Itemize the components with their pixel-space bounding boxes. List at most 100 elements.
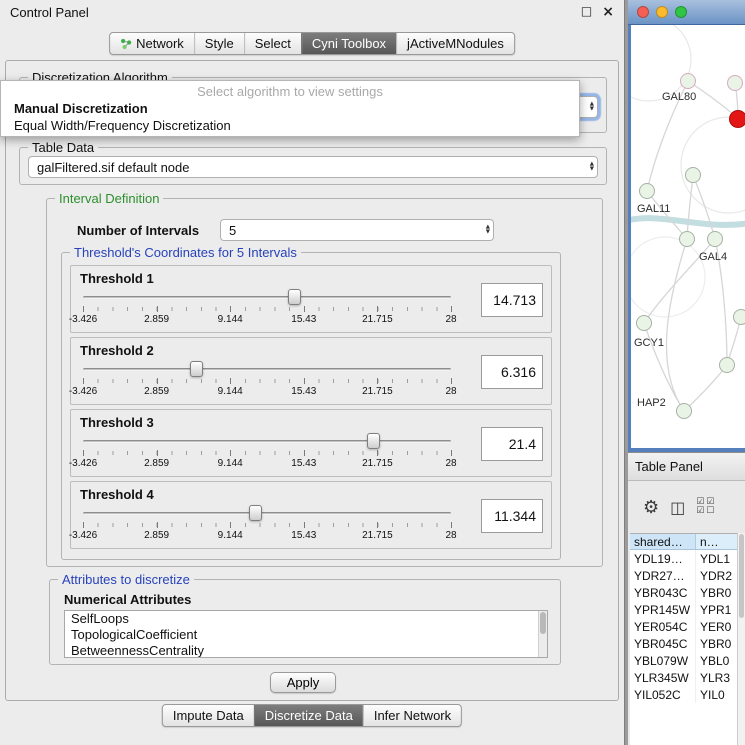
network-node[interactable] [727, 75, 743, 91]
threshold-slider[interactable]: -3.4262.8599.14415.4321.71528 [83, 360, 451, 402]
slider-tick-label: 15.43 [291, 530, 316, 541]
minimize-traffic-light-icon[interactable] [656, 6, 668, 18]
slider-tick-label: 28 [445, 530, 456, 541]
list-scrollbar-thumb[interactable] [540, 612, 546, 634]
slider-tick-label: -3.426 [69, 530, 97, 541]
column-header[interactable]: n… [696, 534, 737, 549]
row-selection-icons[interactable]: ☑☑☑☐ [696, 498, 716, 516]
tab-network[interactable]: Network [110, 33, 194, 54]
attribute-item[interactable]: TopologicalCoefficient [65, 627, 547, 643]
list-scrollbar[interactable] [538, 611, 547, 657]
attribute-item[interactable]: BetweennessCentrality [65, 643, 547, 658]
tab-infer-network[interactable]: Infer Network [363, 705, 461, 726]
threshold-value-field[interactable]: 11.344 [481, 499, 543, 533]
slider-major-tick [230, 306, 231, 312]
table-row[interactable]: YPR145WYPR1 [630, 601, 737, 618]
table-row[interactable]: YER054CYER0 [630, 618, 737, 635]
network-node[interactable] [719, 357, 735, 373]
tab-select[interactable]: Select [244, 33, 301, 54]
slider-tick-label: 2.859 [144, 458, 169, 469]
threshold-slider[interactable]: -3.4262.8599.14415.4321.71528 [83, 504, 451, 546]
tab-discretize-data[interactable]: Discretize Data [254, 705, 363, 726]
table-cell: YBR043C [630, 584, 696, 601]
attribute-item[interactable]: SelfLoops [65, 611, 547, 627]
slider-track[interactable] [83, 440, 451, 443]
table-data-combobox[interactable]: galFiltered.sif default node ▲▼ [28, 156, 598, 178]
table-scrollbar-thumb[interactable] [739, 534, 744, 618]
tab-label: jActiveMNodules [407, 36, 504, 51]
network-canvas[interactable]: GAL80GAL11GAL4GCY1HAP2 [631, 25, 745, 448]
checkbox-icon[interactable]: ☐ [706, 507, 716, 516]
slider-major-tick [83, 378, 84, 384]
slider-minor-ticks [83, 307, 451, 311]
window-titlebar: Control Panel □ × [0, 0, 624, 24]
slider-tick-label: 15.43 [291, 458, 316, 469]
slider-major-tick [157, 450, 158, 456]
slider-thumb[interactable] [190, 361, 203, 377]
algorithm-option[interactable]: Equal Width/Frequency Discretization [1, 117, 579, 134]
numerical-attributes-list[interactable]: SelfLoopsTopologicalCoefficientBetweenne… [64, 610, 548, 658]
tab-impute-data[interactable]: Impute Data [163, 705, 254, 726]
slider-thumb[interactable] [288, 289, 301, 305]
threshold-value-field[interactable]: 6.316 [481, 355, 543, 389]
threshold-value-field[interactable]: 21.4 [481, 427, 543, 461]
close-window-icon[interactable]: × [602, 4, 614, 20]
network-window-titlebar[interactable] [628, 0, 745, 25]
thresholds-group-label: Threshold's Coordinates for 5 Intervals [70, 245, 301, 260]
show-columns-icon[interactable]: ◫ [670, 498, 685, 517]
node-label: GAL4 [699, 251, 727, 263]
tab-cyni-toolbox[interactable]: Cyni Toolbox [301, 33, 396, 54]
tab-style[interactable]: Style [194, 33, 244, 54]
slider-track[interactable] [83, 512, 451, 515]
table-row[interactable]: YDL19…YDL1 [630, 550, 737, 567]
float-window-icon[interactable]: □ [581, 4, 592, 20]
network-tab-icon [120, 38, 132, 50]
network-node[interactable] [679, 231, 695, 247]
network-node[interactable] [685, 167, 701, 183]
table-row[interactable]: YBR045CYBR0 [630, 635, 737, 652]
slider-thumb[interactable] [367, 433, 380, 449]
slider-thumb[interactable] [249, 505, 262, 521]
network-node[interactable] [676, 403, 692, 419]
table-row[interactable]: YBL079WYBL0 [630, 652, 737, 669]
table-panel-title: Table Panel [635, 459, 703, 474]
algorithm-option[interactable]: Manual Discretization [1, 100, 579, 117]
settings-gear-icon[interactable]: ⚙ [643, 497, 659, 518]
threshold-slider[interactable]: -3.4262.8599.14415.4321.71528 [83, 288, 451, 330]
network-node[interactable] [707, 231, 723, 247]
network-view-window: GAL80GAL11GAL4GCY1HAP2 [628, 0, 745, 452]
network-node[interactable] [733, 309, 745, 325]
table-row[interactable]: YBR043CYBR0 [630, 584, 737, 601]
close-traffic-light-icon[interactable] [637, 6, 649, 18]
tab-jactivemnodules[interactable]: jActiveMNodules [396, 33, 514, 54]
network-node[interactable] [729, 110, 745, 128]
number-of-intervals-combobox[interactable]: 5 ▲▼ [220, 219, 494, 241]
slider-tick-label: 9.144 [218, 530, 243, 541]
slider-track[interactable] [83, 368, 451, 371]
checkbox-icon[interactable]: ☑ [696, 507, 706, 516]
slider-track[interactable] [83, 296, 451, 299]
slider-tick-label: 15.43 [291, 386, 316, 397]
network-node[interactable] [636, 315, 652, 331]
slider-major-tick [83, 306, 84, 312]
table-row[interactable]: YDR27…YDR2 [630, 567, 737, 584]
table-row[interactable]: YLR345WYLR3 [630, 669, 737, 686]
zoom-traffic-light-icon[interactable] [675, 6, 687, 18]
algorithm-dropdown-popup: Select algorithm to view settings Manual… [0, 80, 580, 137]
table-row[interactable]: YIL052CYIL0 [630, 686, 737, 703]
slider-major-tick [451, 522, 452, 528]
threshold-value-field[interactable]: 14.713 [481, 283, 543, 317]
number-of-intervals-label: Number of Intervals [77, 223, 199, 238]
slider-major-tick [304, 378, 305, 384]
column-header[interactable]: shared… [630, 534, 696, 549]
table-panel-header: Table Panel [628, 452, 745, 481]
network-node[interactable] [680, 73, 696, 89]
node-label: HAP2 [637, 397, 666, 409]
apply-button[interactable]: Apply [270, 672, 336, 693]
table-scrollbar[interactable] [737, 533, 745, 745]
tab-label: Infer Network [374, 708, 451, 723]
bottom-tab-bar: Impute DataDiscretize Data Infer Network [162, 704, 462, 727]
threshold-slider[interactable]: -3.4262.8599.14415.4321.71528 [83, 432, 451, 474]
slider-major-tick [451, 378, 452, 384]
network-node[interactable] [639, 183, 655, 199]
